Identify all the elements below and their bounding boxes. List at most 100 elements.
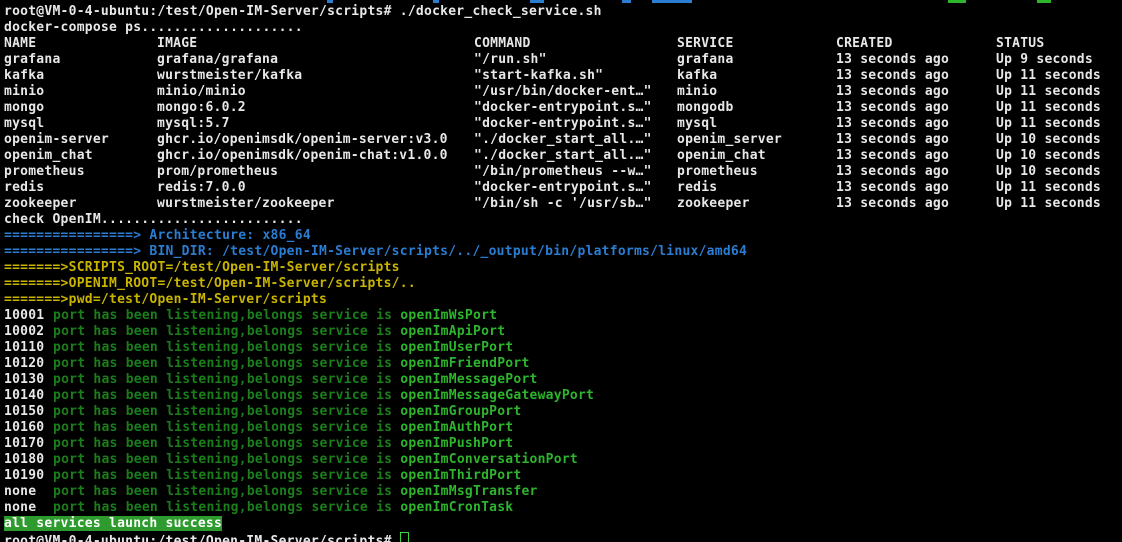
port-service-name: openImUserPort xyxy=(400,340,513,355)
bin-dir-line: ================> BIN_DIR: /test/Open-IM… xyxy=(0,244,1122,260)
container-created: 13 seconds ago xyxy=(836,148,996,164)
port-status-line: 10002port has been listening,belongs ser… xyxy=(0,324,1122,340)
col-header-service: SERVICE xyxy=(677,36,836,52)
port-message: port has been listening,belongs service … xyxy=(53,356,400,371)
container-command: "/usr/bin/docker-ent…" xyxy=(474,84,677,100)
container-image: redis:7.0.0 xyxy=(157,180,474,196)
table-row: kafka wurstmeister/kafka "start-kafka.sh… xyxy=(0,68,1122,84)
container-status: Up 11 seconds xyxy=(996,196,1122,212)
architecture-line: ================> Architecture: x86_64 xyxy=(0,228,1122,244)
container-status: Up 10 seconds xyxy=(996,132,1122,148)
container-image: ghcr.io/openimsdk/openim-chat:v1.0.0 xyxy=(157,148,474,164)
table-header-row: NAME IMAGE COMMAND SERVICE CREATED STATU… xyxy=(0,36,1122,52)
docker-compose-ps-line: docker-compose ps.................... xyxy=(0,20,1122,36)
container-name: mysql xyxy=(4,116,157,132)
container-name: grafana xyxy=(4,52,157,68)
container-name: kafka xyxy=(4,68,157,84)
table-row: openim_chat ghcr.io/openimsdk/openim-cha… xyxy=(0,148,1122,164)
port-message: port has been listening,belongs service … xyxy=(53,436,400,451)
shell-prompt-command: root@VM-0-4-ubuntu:/test/Open-IM-Server/… xyxy=(0,4,1122,20)
port-number: 10001 xyxy=(4,308,53,324)
port-status-line: 10180port has been listening,belongs ser… xyxy=(0,452,1122,468)
terminal-window[interactable]: root@VM-0-4-ubuntu:/test/Open-IM-Server/… xyxy=(0,0,1122,542)
scrollback-fragment xyxy=(327,0,333,3)
scrollback-fragment-line xyxy=(0,0,1122,4)
port-message: port has been listening,belongs service … xyxy=(53,420,400,435)
container-name: minio xyxy=(4,84,157,100)
container-status: Up 10 seconds xyxy=(996,148,1122,164)
port-service-name: openImThirdPort xyxy=(400,468,521,483)
container-name: openim-server xyxy=(4,132,157,148)
port-status-line: noneport has been listening,belongs serv… xyxy=(0,484,1122,500)
scripts-root-text: =======>SCRIPTS_ROOT=/test/Open-IM-Serve… xyxy=(4,260,400,275)
table-row: redis redis:7.0.0 "docker-entrypoint.s…"… xyxy=(0,180,1122,196)
container-service: minio xyxy=(677,84,836,100)
openim-root-line: =======>OPENIM_ROOT=/test/Open-IM-Server… xyxy=(0,276,1122,292)
container-name: redis xyxy=(4,180,157,196)
container-image: mongo:6.0.2 xyxy=(157,100,474,116)
success-line: all services launch success xyxy=(0,516,1122,532)
port-number: 10150 xyxy=(4,404,53,420)
container-status: Up 11 seconds xyxy=(996,180,1122,196)
container-created: 13 seconds ago xyxy=(836,180,996,196)
container-service: openim_chat xyxy=(677,148,836,164)
scrollback-fragment xyxy=(622,0,631,3)
col-header-created: CREATED xyxy=(836,36,996,52)
container-service: openim_server xyxy=(677,132,836,148)
port-service-name: openImApiPort xyxy=(400,324,505,339)
container-command: "/run.sh" xyxy=(474,52,677,68)
check-openim-text: check OpenIM......................... xyxy=(4,212,303,227)
container-service: mysql xyxy=(677,116,836,132)
table-row: openim-server ghcr.io/openimsdk/openim-s… xyxy=(0,132,1122,148)
container-name: openim_chat xyxy=(4,148,157,164)
openim-root-text: =======>OPENIM_ROOT=/test/Open-IM-Server… xyxy=(4,276,416,291)
port-status-line: 10160port has been listening,belongs ser… xyxy=(0,420,1122,436)
port-status-line: 10001port has been listening,belongs ser… xyxy=(0,308,1122,324)
check-openim-line: check OpenIM......................... xyxy=(0,212,1122,228)
pwd-line: =======>pwd=/test/Open-IM-Server/scripts xyxy=(0,292,1122,308)
container-created: 13 seconds ago xyxy=(836,100,996,116)
container-name: mongo xyxy=(4,100,157,116)
architecture-text: ================> Architecture: x86_64 xyxy=(4,228,311,243)
port-status-line: noneport has been listening,belongs serv… xyxy=(0,500,1122,516)
container-status: Up 11 seconds xyxy=(996,68,1122,84)
compose-text: docker-compose ps.................... xyxy=(4,20,303,35)
prompt-text: root@VM-0-4-ubuntu:/test/Open-IM-Server/… xyxy=(4,4,602,19)
container-service: kafka xyxy=(677,68,836,84)
bin-dir-text: ================> BIN_DIR: /test/Open-IM… xyxy=(4,244,747,259)
container-created: 13 seconds ago xyxy=(836,84,996,100)
port-service-name: openImGroupPort xyxy=(400,404,521,419)
container-command: "docker-entrypoint.s…" xyxy=(474,180,677,196)
container-service: prometheus xyxy=(677,164,836,180)
table-row: prometheus prom/prometheus "/bin/prometh… xyxy=(0,164,1122,180)
scrollback-fragment xyxy=(530,0,544,3)
port-number: 10130 xyxy=(4,372,53,388)
port-message: port has been listening,belongs service … xyxy=(53,468,400,483)
container-status: Up 11 seconds xyxy=(996,84,1122,100)
port-service-name: openImCronTask xyxy=(400,500,513,515)
port-status-line: 10190port has been listening,belongs ser… xyxy=(0,468,1122,484)
port-number: 10002 xyxy=(4,324,53,340)
port-service-name: openImWsPort xyxy=(400,308,497,323)
port-service-name: openImAuthPort xyxy=(400,420,513,435)
container-image: prom/prometheus xyxy=(157,164,474,180)
port-status-line: 10130port has been listening,belongs ser… xyxy=(0,372,1122,388)
port-service-name: openImMsgTransfer xyxy=(400,484,537,499)
port-service-name: openImConversationPort xyxy=(400,452,578,467)
port-number: 10180 xyxy=(4,452,53,468)
port-message: port has been listening,belongs service … xyxy=(53,484,400,499)
scripts-root-line: =======>SCRIPTS_ROOT=/test/Open-IM-Serve… xyxy=(0,260,1122,276)
port-service-name: openImFriendPort xyxy=(400,356,529,371)
port-status-line: 10120port has been listening,belongs ser… xyxy=(0,356,1122,372)
col-header-status: STATUS xyxy=(996,36,1122,52)
container-image: ghcr.io/openimsdk/openim-server:v3.0 xyxy=(157,132,474,148)
port-message: port has been listening,belongs service … xyxy=(53,452,400,467)
container-image: mysql:5.7 xyxy=(157,116,474,132)
success-badge: all services launch success xyxy=(4,516,222,531)
container-created: 13 seconds ago xyxy=(836,132,996,148)
terminal-cursor[interactable] xyxy=(400,532,409,542)
shell-prompt-idle[interactable]: root@VM-0-4-ubuntu:/test/Open-IM-Server/… xyxy=(0,532,1122,542)
scrollback-fragment xyxy=(652,0,692,3)
container-service: zookeeper xyxy=(677,196,836,212)
prompt-text: root@VM-0-4-ubuntu:/test/Open-IM-Server/… xyxy=(4,534,392,542)
